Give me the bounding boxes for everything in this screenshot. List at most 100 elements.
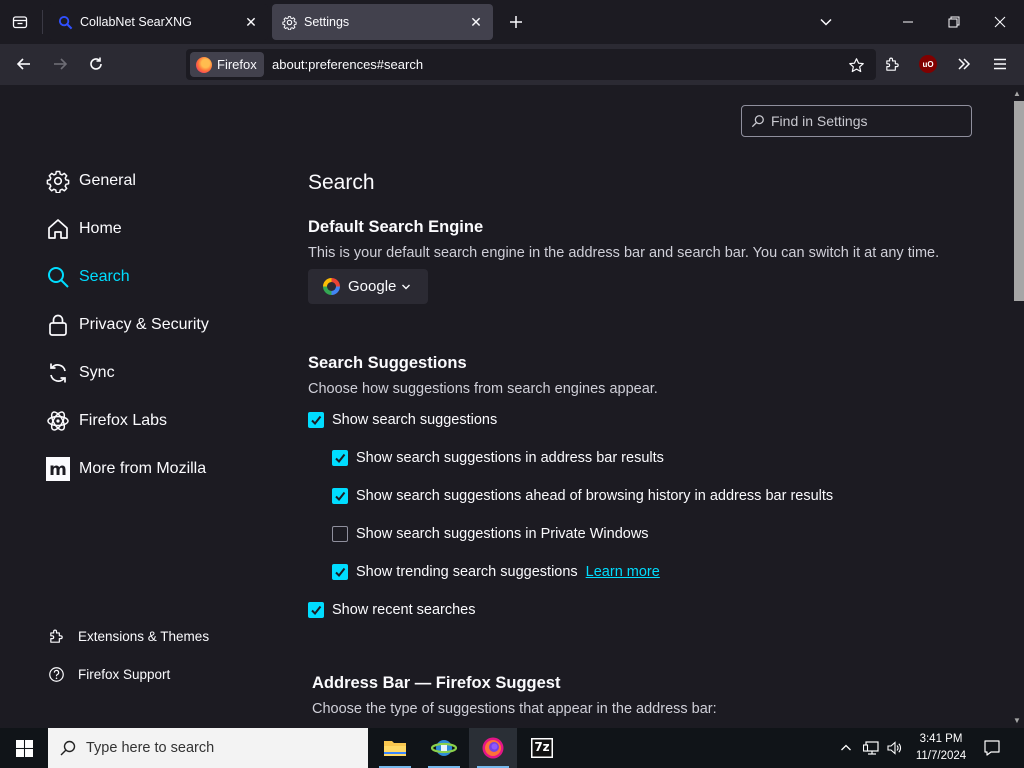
navigation-toolbar: Firefox about:preferences#search uO — [0, 44, 1024, 85]
svg-text:m: m — [49, 460, 67, 480]
url-text[interactable]: about:preferences#search — [272, 57, 423, 72]
search-suggestions-heading: Search Suggestions — [308, 354, 467, 372]
sidebar-item-label: Search — [79, 268, 130, 285]
preferences-content: General Home Search Privacy & Security S… — [0, 85, 1008, 728]
tab-bar: CollabNet SearXNG ✕ Settings ✕ — [0, 0, 1024, 44]
option-label: Show search suggestions in Private Windo… — [356, 526, 649, 542]
notification-center-button[interactable] — [980, 736, 1004, 760]
learn-more-link[interactable]: Learn more — [586, 564, 660, 580]
sidebar-item-search[interactable]: Search — [46, 261, 130, 293]
list-all-tabs-button[interactable] — [803, 0, 849, 44]
puzzle-icon — [885, 57, 899, 71]
start-button[interactable] — [0, 728, 48, 768]
hamburger-menu-icon — [994, 58, 1006, 70]
puzzle-icon — [46, 626, 66, 646]
taskbar-network-app[interactable] — [420, 728, 468, 768]
network-tray-button[interactable] — [861, 738, 881, 758]
checkbox-checked[interactable] — [308, 412, 324, 428]
taskbar-search-input[interactable] — [86, 740, 346, 756]
private-windows-suggestions-option[interactable]: Show search suggestions in Private Windo… — [332, 523, 649, 545]
help-icon — [46, 664, 66, 684]
checkbox-checked[interactable] — [332, 564, 348, 580]
checkbox-checked[interactable] — [332, 488, 348, 504]
identity-label: Firefox — [217, 57, 257, 72]
minimize-button[interactable] — [885, 0, 931, 44]
checkbox-unchecked[interactable] — [332, 526, 348, 542]
reload-button[interactable] — [81, 49, 111, 79]
checkbox-checked[interactable] — [308, 602, 324, 618]
close-window-button[interactable] — [977, 0, 1023, 44]
find-in-settings-input[interactable] — [771, 113, 961, 129]
tab-title: Settings — [304, 15, 350, 29]
url-bar[interactable]: Firefox about:preferences#search — [186, 49, 876, 80]
taskbar-search[interactable] — [48, 728, 368, 768]
sidebar-item-sync[interactable]: Sync — [46, 357, 115, 389]
scroll-up-arrow-icon[interactable]: ▲ — [1012, 88, 1022, 98]
searxng-icon — [56, 13, 74, 31]
arrow-right-icon — [54, 58, 68, 70]
back-button[interactable] — [9, 49, 39, 79]
tab-searxng[interactable]: CollabNet SearXNG ✕ — [48, 4, 268, 40]
lock-icon — [46, 313, 70, 337]
overflow-menu-button[interactable] — [949, 49, 979, 79]
minimize-icon — [903, 21, 913, 23]
sidebar-item-label: More from Mozilla — [79, 460, 207, 477]
identity-box[interactable]: Firefox — [190, 52, 264, 77]
firefox-view-button[interactable] — [4, 6, 36, 38]
volume-tray-button[interactable] — [884, 738, 904, 758]
reload-icon — [90, 57, 102, 70]
address-bar-suggestions-option[interactable]: Show search suggestions in address bar r… — [332, 447, 664, 469]
taskbar-7zip[interactable]: 7z — [518, 728, 566, 768]
option-label: Show recent searches — [332, 602, 476, 618]
page-title: Search — [308, 171, 375, 194]
gear-icon — [46, 169, 70, 193]
forward-button[interactable] — [45, 49, 75, 79]
show-search-suggestions-option[interactable]: Show search suggestions — [308, 409, 497, 431]
find-in-settings[interactable] — [741, 105, 972, 137]
recent-searches-option[interactable]: Show recent searches — [308, 599, 475, 621]
footer-link-label: Firefox Support — [78, 666, 171, 682]
sidebar-item-label: General — [79, 172, 136, 189]
trending-suggestions-option[interactable]: Show trending search suggestions Learn m… — [332, 561, 660, 583]
close-icon[interactable]: ✕ — [467, 13, 485, 31]
bookmark-star-button[interactable] — [842, 51, 870, 79]
gear-icon — [280, 13, 298, 31]
sidebar-item-label: Privacy & Security — [79, 316, 209, 333]
default-engine-description: This is your default search engine in th… — [308, 245, 940, 261]
sidebar-item-more-from-mozilla[interactable]: m More from Mozilla — [46, 453, 206, 485]
tab-settings[interactable]: Settings ✕ — [272, 4, 493, 40]
extensions-button[interactable] — [877, 49, 907, 79]
network-app-icon — [431, 740, 457, 756]
app-menu-button[interactable] — [985, 49, 1015, 79]
firefox-support-link[interactable]: Firefox Support — [46, 662, 170, 686]
scrollbar-thumb[interactable] — [1014, 101, 1024, 301]
home-icon — [46, 217, 70, 241]
close-icon[interactable]: ✕ — [242, 13, 260, 31]
show-hidden-icons-button[interactable] — [836, 738, 856, 758]
ublock-origin-icon: uO — [919, 55, 937, 73]
windows-logo-icon — [15, 739, 33, 757]
star-icon — [848, 57, 864, 72]
sidebar-item-label: Sync — [79, 364, 115, 381]
taskbar-firefox[interactable] — [469, 728, 517, 768]
system-clock[interactable]: 3:41 PM 11/7/2024 — [906, 731, 976, 765]
checkbox-checked[interactable] — [332, 450, 348, 466]
restore-button[interactable] — [931, 0, 977, 44]
new-tab-button[interactable] — [502, 8, 530, 36]
sidebar-item-general[interactable]: General — [46, 165, 136, 197]
close-icon — [994, 16, 1006, 28]
suggestions-ahead-of-history-option[interactable]: Show search suggestions ahead of browsin… — [332, 485, 833, 507]
ublock-button[interactable]: uO — [913, 49, 943, 79]
address-bar-suggest-description: Choose the type of suggestions that appe… — [312, 701, 717, 717]
vertical-scrollbar[interactable]: ▲ ▼ — [1008, 85, 1024, 728]
taskbar-file-explorer[interactable] — [371, 728, 419, 768]
scroll-down-arrow-icon[interactable]: ▼ — [1012, 715, 1022, 725]
notification-icon — [984, 740, 1000, 756]
sidebar-item-home[interactable]: Home — [46, 213, 122, 245]
tab-title: CollabNet SearXNG — [80, 15, 192, 29]
sidebar-item-firefox-labs[interactable]: Firefox Labs — [46, 405, 167, 437]
extensions-themes-link[interactable]: Extensions & Themes — [46, 624, 209, 648]
default-engine-dropdown[interactable]: Google — [308, 269, 428, 304]
chevron-down-icon — [402, 284, 411, 289]
sidebar-item-privacy[interactable]: Privacy & Security — [46, 309, 209, 341]
